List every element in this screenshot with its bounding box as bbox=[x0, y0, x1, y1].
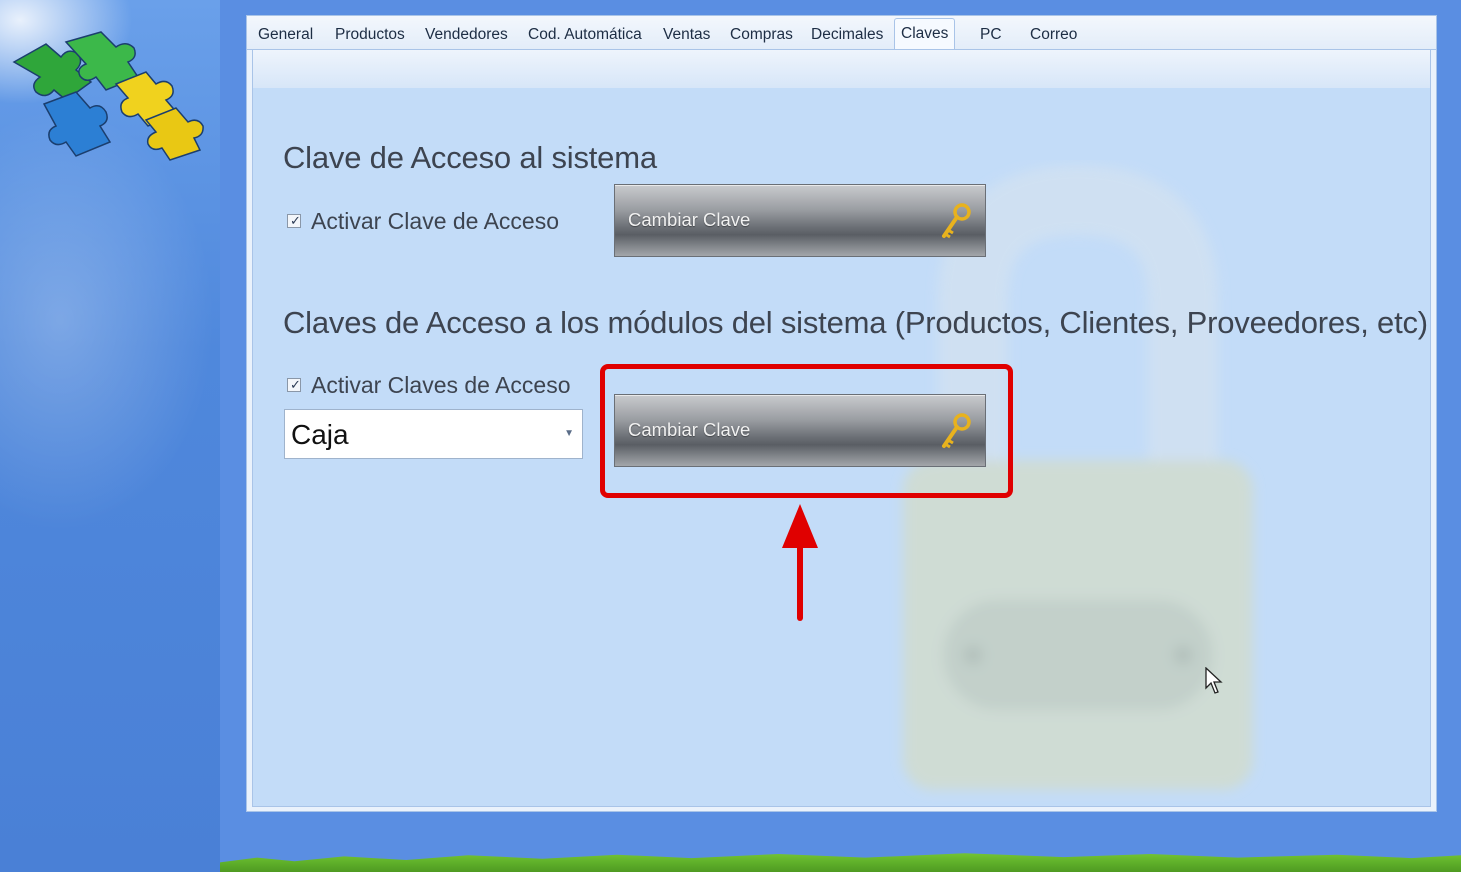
tab-general[interactable]: General bbox=[258, 24, 313, 46]
dropdown-value: Caja bbox=[291, 419, 349, 450]
tab-decimales[interactable]: Decimales bbox=[811, 24, 883, 46]
system-access-checkbox[interactable]: ✓ bbox=[287, 213, 301, 228]
tab-claves[interactable]: Claves bbox=[894, 18, 956, 49]
tab-vendedores[interactable]: Vendedores bbox=[425, 24, 508, 46]
module-access-checkbox[interactable]: ✓ bbox=[287, 377, 301, 392]
chevron-down-icon[interactable]: ▼ bbox=[564, 428, 574, 439]
red-arrow-annotation bbox=[782, 504, 818, 621]
mouse-cursor-icon bbox=[1205, 667, 1223, 694]
module-access-checkbox-row[interactable]: ✓ Activar Claves de Acceso bbox=[287, 370, 571, 400]
tab-compras[interactable]: Compras bbox=[730, 24, 793, 46]
tab-correo[interactable]: Correo bbox=[1030, 24, 1077, 46]
module-select-dropdown[interactable]: Caja ▼ bbox=[284, 409, 583, 459]
module-access-checkbox-label: Activar Claves de Acceso bbox=[311, 371, 571, 398]
button-label: Cambiar Clave bbox=[628, 209, 751, 230]
panel-header bbox=[253, 50, 1430, 88]
change-system-password-button[interactable]: Cambiar Clave bbox=[614, 184, 986, 257]
system-access-checkbox-label: Activar Clave de Acceso bbox=[311, 207, 560, 234]
system-access-checkbox-row[interactable]: ✓ Activar Clave de Acceso bbox=[287, 206, 559, 236]
tab-ventas[interactable]: Ventas bbox=[663, 24, 710, 46]
checkmark-icon: ✓ bbox=[290, 213, 301, 228]
tab-productos[interactable]: Productos bbox=[335, 24, 405, 46]
left-sidebar bbox=[0, 0, 220, 872]
key-icon bbox=[942, 203, 971, 239]
module-access-heading: Claves de Acceso a los módulos del siste… bbox=[283, 305, 1428, 340]
checkmark-icon: ✓ bbox=[290, 377, 301, 392]
puzzle-logo-icon bbox=[12, 31, 204, 161]
tab-pc[interactable]: PC bbox=[980, 24, 1002, 46]
tab-cod-automatica[interactable]: Cod. Automática bbox=[528, 24, 642, 46]
system-access-heading: Clave de Acceso al sistema bbox=[283, 140, 657, 175]
tab-strip: General Productos Vendedores Cod. Automá… bbox=[247, 16, 1436, 50]
highlight-box bbox=[600, 364, 1013, 498]
